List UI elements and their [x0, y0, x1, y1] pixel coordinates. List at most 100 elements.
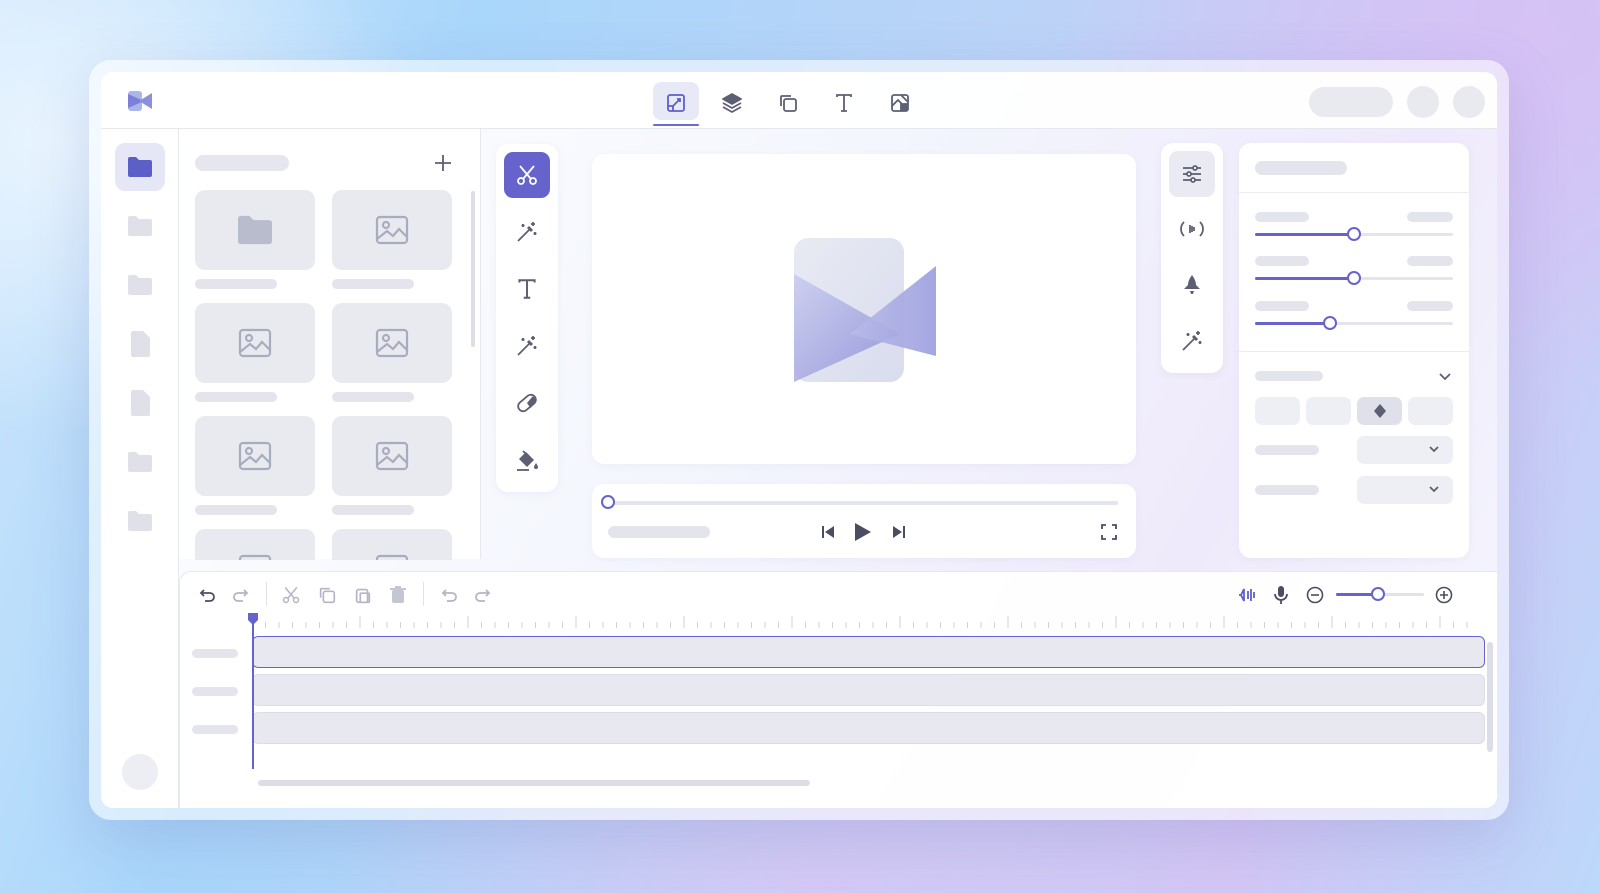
sidebar-item-file-2[interactable]	[115, 379, 165, 427]
tool-palette	[496, 144, 558, 492]
segment-option-1[interactable]	[1255, 397, 1300, 425]
property-slider-1[interactable]	[1255, 212, 1453, 252]
track-label-placeholder	[192, 649, 238, 658]
skip-back-button[interactable]	[816, 520, 840, 544]
media-thumb-image[interactable]	[195, 416, 315, 496]
microphone-button[interactable]	[1268, 582, 1294, 608]
copy-button[interactable]	[314, 582, 340, 608]
time-ruler[interactable]	[252, 614, 1472, 630]
image-icon	[375, 554, 409, 560]
broadcast-effect-button[interactable]	[1169, 206, 1215, 252]
user-avatar[interactable]	[122, 754, 158, 790]
property-dropdown-1[interactable]	[1357, 436, 1453, 464]
media-scrollbar[interactable]	[471, 191, 475, 347]
timeline-vertical-scrollbar[interactable]	[1487, 642, 1493, 752]
section-collapse-button[interactable]	[1435, 366, 1455, 386]
effect-tool-button[interactable]	[504, 323, 550, 369]
zoom-out-button[interactable]	[1302, 582, 1328, 608]
media-thumb-image[interactable]	[332, 529, 452, 560]
magic-effect-button[interactable]	[1169, 318, 1215, 364]
media-thumb-image[interactable]	[332, 416, 452, 496]
tab-transform[interactable]	[875, 80, 925, 126]
tab-edit[interactable]	[651, 80, 701, 126]
text-icon	[836, 94, 852, 112]
media-thumb-folder[interactable]	[195, 190, 315, 270]
segment-option-4[interactable]	[1408, 397, 1453, 425]
property-slider-2[interactable]	[1255, 256, 1453, 296]
slider-knob[interactable]	[1323, 316, 1338, 330]
property-slider-3[interactable]	[1255, 301, 1453, 341]
segment-option-2[interactable]	[1306, 397, 1351, 425]
media-caption	[195, 392, 277, 402]
waveform-icon	[1239, 588, 1255, 602]
sidebar-item-folder-2[interactable]	[115, 202, 165, 250]
properties-divider	[1239, 351, 1469, 352]
cut-tool-button[interactable]	[504, 152, 550, 198]
slider-knob[interactable]	[1347, 227, 1361, 241]
video-preview[interactable]	[592, 154, 1136, 464]
slider-fill	[1255, 233, 1354, 236]
media-thumb-image[interactable]	[195, 303, 315, 383]
folder-icon	[128, 216, 152, 236]
media-thumb-image[interactable]	[332, 190, 452, 270]
broadcast-icon	[1180, 221, 1204, 237]
folder-icon	[128, 157, 152, 177]
sidebar-item-folder-4[interactable]	[115, 438, 165, 486]
sidebar-item-file-1[interactable]	[115, 320, 165, 368]
segment-option-3[interactable]	[1357, 397, 1402, 425]
audio-waveform-button[interactable]	[1234, 582, 1260, 608]
account-pill-button[interactable]	[1309, 87, 1393, 117]
eraser-tool-button[interactable]	[504, 380, 550, 426]
tab-text[interactable]	[819, 80, 869, 126]
sidebar-item-folder-1[interactable]	[115, 143, 165, 191]
scrubber-knob[interactable]	[601, 495, 615, 509]
chevron-down-icon	[1429, 486, 1439, 493]
sidebar-item-folder-3[interactable]	[115, 261, 165, 309]
play-button[interactable]	[850, 520, 874, 544]
tab-duplicate[interactable]	[763, 80, 813, 126]
adjust-effect-button[interactable]	[1169, 151, 1215, 197]
tab-layers[interactable]	[707, 80, 757, 126]
edit-canvas-icon	[667, 94, 685, 112]
media-caption	[332, 392, 414, 402]
step-back-button[interactable]	[436, 582, 462, 608]
playhead-handle-icon[interactable]	[247, 612, 259, 626]
timeline-track-2[interactable]	[252, 674, 1485, 706]
sidebar-item-folder-5[interactable]	[115, 497, 165, 545]
audio-effect-button[interactable]	[1169, 262, 1215, 308]
file-icon	[131, 390, 150, 416]
layers-icon	[722, 93, 742, 113]
paste-button[interactable]	[350, 582, 376, 608]
step-forward-button[interactable]	[470, 582, 496, 608]
skip-forward-button[interactable]	[887, 520, 911, 544]
timeline-track-1[interactable]	[252, 636, 1485, 668]
timeline-track-3[interactable]	[252, 712, 1485, 744]
delete-button[interactable]	[385, 582, 411, 608]
video-logo-icon	[794, 238, 936, 382]
fullscreen-button[interactable]	[1097, 520, 1121, 544]
track-label-placeholder	[192, 725, 238, 734]
zoom-slider-knob[interactable]	[1371, 587, 1386, 601]
text-tool-button[interactable]	[504, 266, 550, 312]
add-media-button[interactable]	[431, 151, 455, 175]
undo-icon	[441, 589, 457, 602]
redo-button[interactable]	[228, 582, 254, 608]
zoom-in-button[interactable]	[1431, 582, 1457, 608]
dropdown-label-placeholder	[1255, 485, 1319, 495]
scrubber-track[interactable]	[610, 501, 1118, 505]
notification-button[interactable]	[1407, 86, 1439, 118]
toolbar-divider	[266, 582, 267, 606]
slider-knob[interactable]	[1347, 271, 1361, 285]
property-dropdown-2[interactable]	[1357, 476, 1453, 504]
avatar[interactable]	[1453, 86, 1485, 118]
playhead-line[interactable]	[252, 614, 254, 769]
undo-button[interactable]	[194, 582, 220, 608]
cut-button[interactable]	[278, 582, 304, 608]
zoom-in-icon	[1435, 586, 1453, 604]
fill-tool-button[interactable]	[504, 437, 550, 483]
timeline-horizontal-scrollbar[interactable]	[258, 780, 810, 786]
copy-icon	[780, 95, 797, 112]
media-thumb-image[interactable]	[195, 529, 315, 560]
media-thumb-image[interactable]	[332, 303, 452, 383]
magic-tool-button[interactable]	[504, 209, 550, 255]
